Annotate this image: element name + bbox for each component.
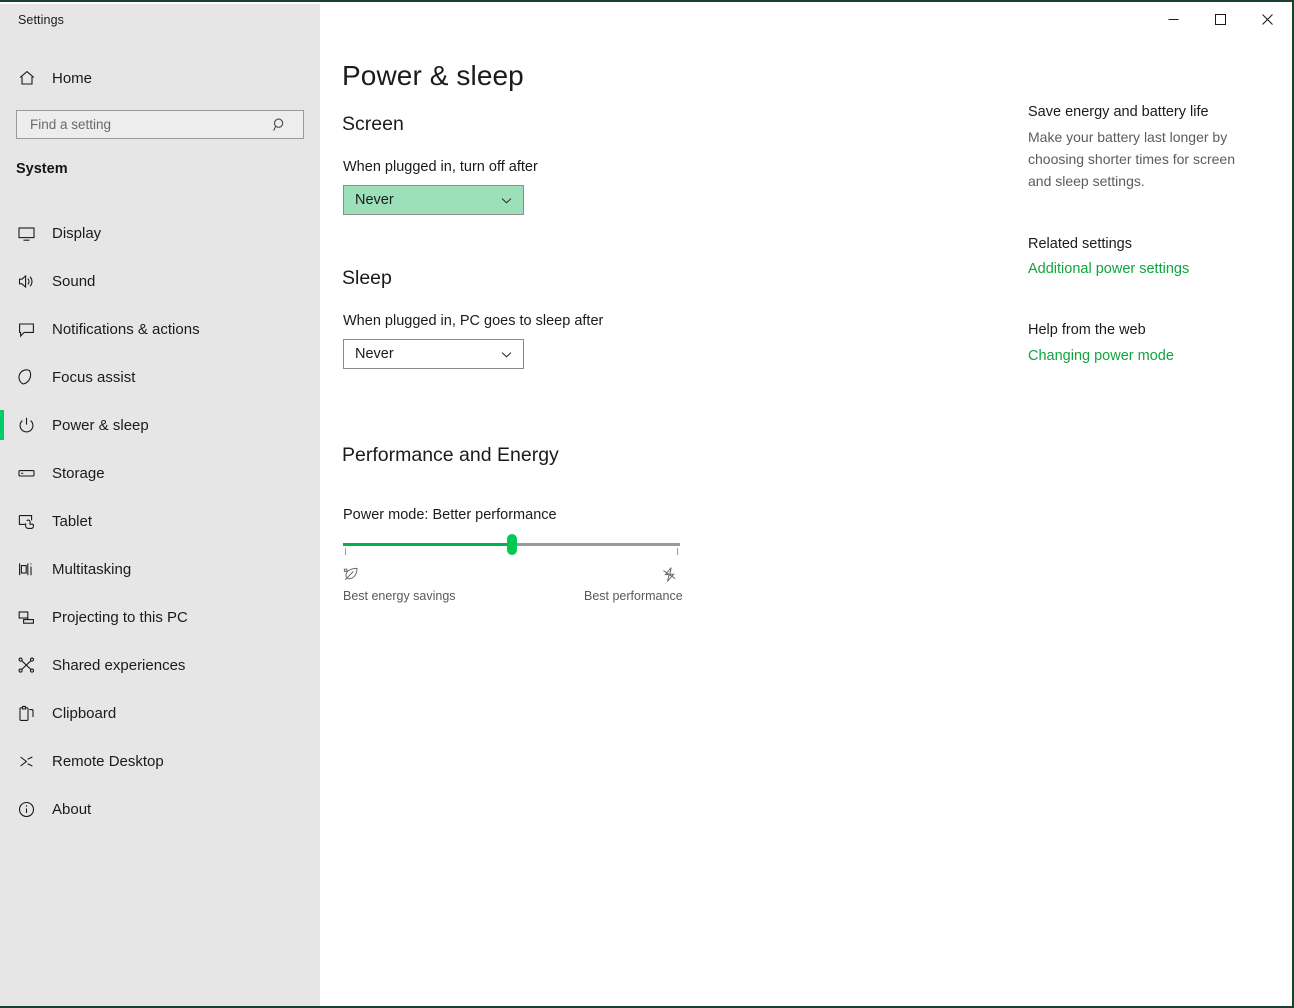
sidebar-item-label: Storage xyxy=(52,464,105,482)
sidebar-item-remote-desktop[interactable]: Remote Desktop xyxy=(0,737,320,785)
sidebar-item-label: Focus assist xyxy=(52,368,136,386)
link-additional-power-settings[interactable]: Additional power settings xyxy=(1028,261,1189,277)
power-mode-slider[interactable] xyxy=(343,534,680,560)
selection-accent xyxy=(0,794,4,824)
screen-timeout-value: Never xyxy=(355,192,394,208)
selection-accent xyxy=(0,698,4,728)
sidebar-item-storage[interactable]: Storage xyxy=(0,449,320,497)
tablet-icon xyxy=(14,509,38,533)
sidebar-item-power-sleep[interactable]: Power & sleep xyxy=(0,401,320,449)
selection-accent xyxy=(0,554,4,584)
sidebar-item-label: Display xyxy=(52,224,102,242)
chevron-down-icon xyxy=(500,194,513,207)
sidebar-item-label: Multitasking xyxy=(52,560,132,578)
section-heading-performance-energy: Performance and Energy xyxy=(342,444,559,466)
sidebar: Settings Home System xyxy=(0,4,320,1006)
speaker-icon xyxy=(14,269,38,293)
info-heading: Save energy and battery life xyxy=(1028,104,1209,120)
minimize-button[interactable] xyxy=(1150,4,1196,34)
sidebar-item-shared-experiences[interactable]: Shared experiences xyxy=(0,641,320,689)
selection-accent xyxy=(0,266,4,296)
share-nodes-icon xyxy=(14,653,38,677)
sidebar-item-focus-assist[interactable]: Focus assist xyxy=(0,353,320,401)
moon-icon xyxy=(14,365,38,389)
app-title: Settings xyxy=(18,13,64,27)
selection-accent xyxy=(0,314,4,344)
sidebar-item-label: Projecting to this PC xyxy=(52,608,188,626)
sleep-timeout-label: When plugged in, PC goes to sleep after xyxy=(343,313,604,329)
selection-accent xyxy=(0,410,4,440)
search-box[interactable] xyxy=(16,110,304,139)
selection-accent xyxy=(0,602,4,632)
sidebar-item-home-label: Home xyxy=(52,69,93,87)
slider-label-best-performance: Best performance xyxy=(584,589,683,603)
sidebar-item-label: Clipboard xyxy=(52,704,117,722)
close-button[interactable] xyxy=(1244,4,1290,34)
settings-window: Settings Home System xyxy=(0,0,1294,1008)
monitor-icon xyxy=(14,221,38,245)
drive-icon xyxy=(14,461,38,485)
section-heading-sleep: Sleep xyxy=(342,267,392,289)
chevron-down-icon xyxy=(500,348,513,361)
screen-timeout-label: When plugged in, turn off after xyxy=(343,159,538,175)
sleep-timeout-value: Never xyxy=(355,346,394,362)
sidebar-item-about[interactable]: About xyxy=(0,785,320,833)
slider-tick-right xyxy=(677,548,678,555)
sidebar-item-label: Tablet xyxy=(52,512,93,530)
sidebar-item-label: Sound xyxy=(52,272,96,290)
home-icon xyxy=(16,67,38,89)
page-title: Power & sleep xyxy=(342,60,524,91)
power-icon xyxy=(14,413,38,437)
slider-label-best-energy-savings: Best energy savings xyxy=(343,589,456,603)
project-screen-icon xyxy=(14,605,38,629)
lightning-bolt-icon xyxy=(661,566,678,588)
sidebar-item-notifications-actions[interactable]: Notifications & actions xyxy=(0,305,320,353)
sidebar-item-sound[interactable]: Sound xyxy=(0,257,320,305)
info-body: Make your battery last longer by choosin… xyxy=(1028,129,1235,189)
selection-accent xyxy=(0,650,4,680)
search-input[interactable] xyxy=(28,111,267,138)
main-content: Power & sleep Screen When plugged in, tu… xyxy=(320,4,1290,1006)
selection-accent xyxy=(0,218,4,248)
sidebar-item-label: Remote Desktop xyxy=(52,752,164,770)
search-icon[interactable] xyxy=(269,114,291,136)
sidebar-item-label: Shared experiences xyxy=(52,656,186,674)
sidebar-group-title: System xyxy=(16,161,68,177)
sidebar-item-home[interactable]: Home xyxy=(0,61,320,95)
maximize-button[interactable] xyxy=(1197,4,1243,34)
related-settings-heading: Related settings xyxy=(1028,236,1132,252)
help-from-web-heading: Help from the web xyxy=(1028,322,1146,338)
selection-accent xyxy=(0,458,4,488)
sidebar-item-multitasking[interactable]: Multitasking xyxy=(0,545,320,593)
sidebar-item-label: About xyxy=(52,800,92,818)
sidebar-item-label: Power & sleep xyxy=(52,416,149,434)
selection-accent xyxy=(0,746,4,776)
right-info-pane: Save energy and battery life Make your b… xyxy=(1028,104,1268,365)
sidebar-item-display[interactable]: Display xyxy=(0,209,320,257)
clipboard-icon xyxy=(14,701,38,725)
sleep-timeout-dropdown[interactable]: Never xyxy=(343,339,524,369)
sidebar-item-clipboard[interactable]: Clipboard xyxy=(0,689,320,737)
power-mode-label: Power mode: Better performance xyxy=(343,507,557,523)
slider-thumb[interactable] xyxy=(506,534,517,555)
sidebar-item-projecting-to-this-pc[interactable]: Projecting to this PC xyxy=(0,593,320,641)
screen-timeout-dropdown[interactable]: Never xyxy=(343,185,524,215)
remote-desktop-icon xyxy=(14,749,38,773)
info-icon xyxy=(14,797,38,821)
selection-accent xyxy=(0,506,4,536)
link-changing-power-mode[interactable]: Changing power mode xyxy=(1028,348,1174,364)
sidebar-item-label: Notifications & actions xyxy=(52,320,200,338)
multitasking-icon xyxy=(14,557,38,581)
leaf-icon xyxy=(343,566,360,588)
slider-fill xyxy=(343,543,512,546)
section-heading-screen: Screen xyxy=(342,113,404,135)
sidebar-nav-list: Display Sound Notifications & actions Fo… xyxy=(0,209,320,833)
selection-accent xyxy=(0,362,4,392)
slider-tick-left xyxy=(345,548,346,555)
sidebar-item-tablet[interactable]: Tablet xyxy=(0,497,320,545)
notification-icon xyxy=(14,317,38,341)
